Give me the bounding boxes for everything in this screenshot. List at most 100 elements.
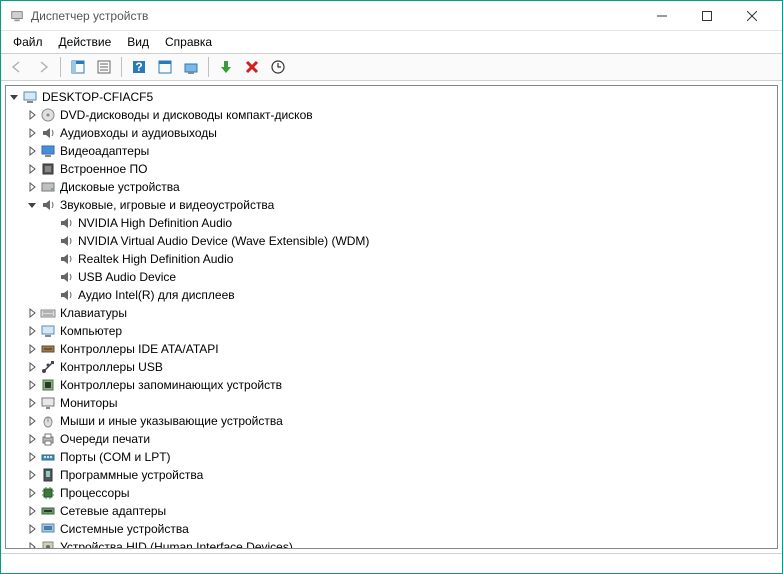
chevron-right-icon[interactable] — [24, 143, 40, 159]
show-hide-tree-button[interactable] — [66, 55, 90, 79]
tree-item-label: Видеоадаптеры — [58, 144, 149, 158]
enable-button[interactable] — [214, 55, 238, 79]
toolbar-separator — [121, 57, 122, 77]
chevron-right-icon[interactable] — [24, 377, 40, 393]
tree-item-label: Аудиовходы и аудиовыходы — [58, 126, 217, 140]
optical-icon — [40, 107, 56, 123]
chevron-right-icon[interactable] — [24, 395, 40, 411]
chevron-right-icon[interactable] — [24, 341, 40, 357]
menu-view[interactable]: Вид — [119, 33, 157, 51]
tree-item-label: Процессоры — [58, 486, 130, 500]
tree-item[interactable]: Сетевые адаптеры — [6, 502, 777, 520]
chevron-right-icon[interactable] — [24, 107, 40, 123]
chevron-right-icon[interactable] — [24, 539, 40, 549]
menu-help[interactable]: Справка — [157, 33, 220, 51]
tree-item[interactable]: NVIDIA Virtual Audio Device (Wave Extens… — [6, 232, 777, 250]
audio-icon — [40, 197, 56, 213]
chevron-right-icon[interactable] — [24, 467, 40, 483]
chevron-right-icon[interactable] — [24, 431, 40, 447]
tree-item-label: DVD-дисководы и дисководы компакт-дисков — [58, 108, 313, 122]
minimize-button[interactable] — [639, 1, 684, 30]
forward-button[interactable] — [31, 55, 55, 79]
chevron-right-icon[interactable] — [24, 449, 40, 465]
tree-item[interactable]: DESKTOP-CFIACF5 — [6, 88, 777, 106]
window-title: Диспетчер устройств — [31, 9, 639, 23]
tree-item[interactable]: Очереди печати — [6, 430, 777, 448]
tree-item-label: Контроллеры IDE ATA/ATAPI — [58, 342, 219, 356]
update-driver-button[interactable] — [179, 55, 203, 79]
audio-icon — [58, 269, 74, 285]
audio-icon — [40, 125, 56, 141]
tree-item[interactable]: Мыши и иные указывающие устройства — [6, 412, 777, 430]
tree-item-label: Мониторы — [58, 396, 117, 410]
tree-item[interactable]: NVIDIA High Definition Audio — [6, 214, 777, 232]
menu-file[interactable]: Файл — [5, 33, 51, 51]
tree-item[interactable]: DVD-дисководы и дисководы компакт-дисков — [6, 106, 777, 124]
chevron-down-icon[interactable] — [6, 89, 22, 105]
menu-action[interactable]: Действие — [51, 33, 120, 51]
disk-icon — [40, 179, 56, 195]
chevron-right-icon[interactable] — [24, 413, 40, 429]
tree-item[interactable]: USB Audio Device — [6, 268, 777, 286]
tree-item[interactable]: Компьютер — [6, 322, 777, 340]
tree-item[interactable]: Устройства HID (Human Interface Devices) — [6, 538, 777, 549]
tree-item-label: Realtek High Definition Audio — [76, 252, 233, 266]
tree-item[interactable]: Порты (COM и LPT) — [6, 448, 777, 466]
tree-item-label: DESKTOP-CFIACF5 — [40, 90, 153, 104]
tree-item[interactable]: Аудиовходы и аудиовыходы — [6, 124, 777, 142]
tree-item[interactable]: Дисковые устройства — [6, 178, 777, 196]
tree-item-label: Мыши и иные указывающие устройства — [58, 414, 283, 428]
chevron-right-icon[interactable] — [24, 359, 40, 375]
chevron-down-icon[interactable] — [24, 197, 40, 213]
tree-item[interactable]: Realtek High Definition Audio — [6, 250, 777, 268]
tree-item[interactable]: Мониторы — [6, 394, 777, 412]
chevron-right-icon[interactable] — [24, 125, 40, 141]
tree-item[interactable]: Встроенное ПО — [6, 160, 777, 178]
port-icon — [40, 449, 56, 465]
tree-item-label: Встроенное ПО — [58, 162, 147, 176]
network-icon — [40, 503, 56, 519]
tree-item-label: NVIDIA Virtual Audio Device (Wave Extens… — [76, 234, 369, 248]
tree-item-label: Аудио Intel(R) для дисплеев — [76, 288, 235, 302]
audio-icon — [58, 251, 74, 267]
tree-item[interactable]: Процессоры — [6, 484, 777, 502]
tree-item-label: Очереди печати — [58, 432, 150, 446]
svg-text:?: ? — [135, 60, 142, 74]
monitor-icon — [40, 395, 56, 411]
close-button[interactable] — [729, 1, 774, 30]
mouse-icon — [40, 413, 56, 429]
properties-button[interactable] — [92, 55, 116, 79]
cpu-icon — [40, 485, 56, 501]
tree-item-label: Системные устройства — [58, 522, 189, 536]
scan-hardware-button[interactable] — [266, 55, 290, 79]
tree-item[interactable]: Клавиатуры — [6, 304, 777, 322]
window-controls — [639, 1, 774, 30]
chevron-right-icon[interactable] — [24, 485, 40, 501]
help-button[interactable]: ? — [127, 55, 151, 79]
tree-item-label: Устройства HID (Human Interface Devices) — [58, 540, 293, 549]
device-tree[interactable]: DESKTOP-CFIACF5 DVD-дисководы и дисководы… — [5, 85, 778, 549]
tree-item[interactable]: Аудио Intel(R) для дисплеев — [6, 286, 777, 304]
back-button[interactable] — [5, 55, 29, 79]
chevron-right-icon[interactable] — [24, 521, 40, 537]
tree-item[interactable]: Программные устройства — [6, 466, 777, 484]
tree-item[interactable]: Системные устройства — [6, 520, 777, 538]
software-icon — [40, 467, 56, 483]
tree-item-label: Порты (COM и LPT) — [58, 450, 171, 464]
tree-item[interactable]: Контроллеры запоминающих устройств — [6, 376, 777, 394]
tree-item[interactable]: Видеоадаптеры — [6, 142, 777, 160]
chevron-right-icon[interactable] — [24, 323, 40, 339]
chevron-right-icon[interactable] — [24, 305, 40, 321]
chevron-right-icon[interactable] — [24, 503, 40, 519]
chevron-right-icon[interactable] — [24, 179, 40, 195]
tree-item[interactable]: Контроллеры USB — [6, 358, 777, 376]
uninstall-button[interactable] — [240, 55, 264, 79]
maximize-button[interactable] — [684, 1, 729, 30]
tree-item-label: Звуковые, игровые и видеоустройства — [58, 198, 274, 212]
chevron-right-icon[interactable] — [24, 161, 40, 177]
scan-button[interactable] — [153, 55, 177, 79]
tree-item-label: Контроллеры USB — [58, 360, 163, 374]
tree-item[interactable]: Звуковые, игровые и видеоустройства — [6, 196, 777, 214]
toolbar: ? — [1, 53, 782, 81]
tree-item[interactable]: Контроллеры IDE ATA/ATAPI — [6, 340, 777, 358]
